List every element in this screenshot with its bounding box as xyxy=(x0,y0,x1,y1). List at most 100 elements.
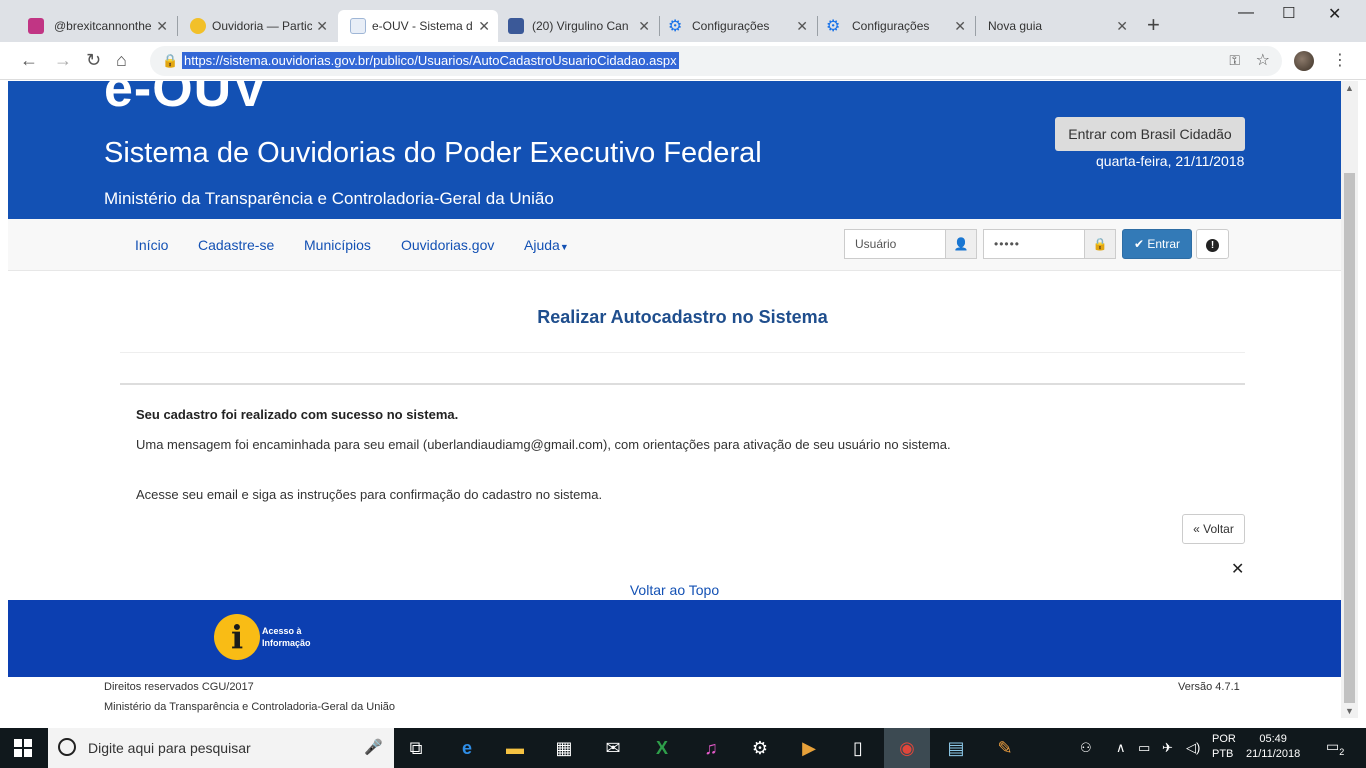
itunes-icon[interactable]: ♫ xyxy=(699,736,723,760)
airplane-icon[interactable]: ✈ xyxy=(1162,740,1173,756)
browser-tab-eouv[interactable]: e-OUV - Sistema d ✕ xyxy=(338,10,498,42)
browser-tab-facebook[interactable]: (20) Virgulino Can ✕ xyxy=(498,10,658,42)
username-input[interactable]: Usuário xyxy=(844,229,946,259)
exclamation-circle-icon: ! xyxy=(1206,239,1219,252)
address-bar[interactable]: 🔒 https://sistema.ouvidorias.gov.br/publ… xyxy=(150,46,1282,76)
taskbar-search-box[interactable]: Digite aqui para pesquisar 🎤 xyxy=(48,728,394,768)
close-icon[interactable]: ✕ xyxy=(316,18,328,35)
chevron-up-icon[interactable]: ∧ xyxy=(1116,740,1126,756)
page-icon xyxy=(350,18,366,34)
media-player-icon[interactable]: ▶ xyxy=(797,736,821,760)
check-icon: ✔ xyxy=(1133,237,1145,251)
close-icon[interactable]: ✕ xyxy=(156,18,168,35)
microphone-icon[interactable]: 🎤 xyxy=(364,738,383,756)
main-navbar: Início Cadastre-se Municípios Ouvidorias… xyxy=(8,219,1341,271)
page-viewport: e-OUV Sistema de Ouvidorias do Poder Exe… xyxy=(8,81,1341,718)
keyboard-layout: PTB xyxy=(1212,748,1234,760)
browser-tab-new[interactable]: Nova guia ✕ xyxy=(976,10,1136,42)
store-icon[interactable]: ▦ xyxy=(552,736,576,760)
windows-start-icon[interactable] xyxy=(14,739,32,757)
browser-tab-settings-2[interactable]: ⚙ Configurações ✕ xyxy=(818,10,974,42)
task-view-icon[interactable]: ⧉ xyxy=(404,736,428,760)
close-icon[interactable]: ✕ xyxy=(638,18,650,35)
gear-icon: ⚙ xyxy=(826,18,841,35)
people-icon[interactable]: ⚇ xyxy=(1080,740,1092,756)
minimize-button[interactable]: — xyxy=(1238,4,1254,22)
new-tab-button[interactable]: + xyxy=(1147,12,1160,38)
window-close-button[interactable]: ✕ xyxy=(1328,4,1341,24)
back-button[interactable]: « Voltar xyxy=(1182,514,1245,544)
gov-flag-icon xyxy=(190,18,206,34)
current-date: quarta-feira, 21/11/2018 xyxy=(1096,153,1245,169)
chrome-icon[interactable]: ◉ xyxy=(895,736,919,760)
notification-count: 2 xyxy=(1339,746,1345,757)
site-logo[interactable]: e-OUV xyxy=(104,81,268,119)
nav-item-inicio[interactable]: Início xyxy=(135,237,168,253)
footer-ministry: Ministério da Transparência e Controlado… xyxy=(104,701,396,713)
tab-title: Configurações xyxy=(692,19,770,33)
star-icon[interactable]: ☆ xyxy=(1256,50,1270,70)
document-icon[interactable]: ▯ xyxy=(846,736,870,760)
browser-tab-settings-1[interactable]: ⚙ Configurações ✕ xyxy=(660,10,816,42)
close-icon[interactable]: ✕ xyxy=(1231,559,1244,579)
scroll-up-icon[interactable]: ▲ xyxy=(1345,83,1354,93)
nav-item-municipios[interactable]: Municípios xyxy=(304,237,371,253)
system-clock[interactable]: 05:49 21/11/2018 xyxy=(1246,732,1300,762)
url-text[interactable]: https://sistema.ouvidorias.gov.br/public… xyxy=(182,52,679,69)
info-access-label[interactable]: Acesso à Informação xyxy=(262,625,311,649)
excel-icon[interactable]: X xyxy=(650,736,674,760)
profile-avatar[interactable] xyxy=(1294,51,1314,71)
caret-down-icon: ▼ xyxy=(559,242,569,252)
edge-icon[interactable]: e xyxy=(455,736,479,760)
mail-icon[interactable]: ✉ xyxy=(601,736,625,760)
login-button[interactable]: ✔ Entrar xyxy=(1122,229,1192,259)
scroll-down-icon[interactable]: ▼ xyxy=(1345,706,1354,716)
clock-date: 21/11/2018 xyxy=(1246,748,1301,760)
info-access-icon[interactable]: i xyxy=(214,614,260,660)
site-header: e-OUV Sistema de Ouvidorias do Poder Exe… xyxy=(8,81,1341,219)
cortana-icon xyxy=(58,738,76,756)
file-explorer-icon[interactable]: ▬ xyxy=(503,736,527,760)
volume-icon[interactable]: ◁) xyxy=(1186,740,1200,756)
back-arrow-icon[interactable]: ← xyxy=(20,50,38,71)
settings-gear-icon[interactable]: ⚙ xyxy=(748,736,772,760)
instagram-icon xyxy=(28,18,44,34)
help-button[interactable]: ! xyxy=(1196,229,1229,259)
close-icon[interactable]: ✕ xyxy=(478,18,490,35)
language-indicator[interactable]: POR PTB xyxy=(1212,732,1236,762)
nav-item-cadastre-se[interactable]: Cadastre-se xyxy=(198,237,274,253)
paint-icon[interactable]: ✎ xyxy=(993,736,1017,760)
menu-dots-icon[interactable]: ⋮ xyxy=(1332,50,1348,70)
close-icon[interactable]: ✕ xyxy=(954,18,966,35)
sub-footer: Direitos reservados CGU/2017 Ministério … xyxy=(8,677,1341,718)
close-icon[interactable]: ✕ xyxy=(1116,18,1128,35)
notepad-icon[interactable]: ▤ xyxy=(944,736,968,760)
user-icon: 👤 xyxy=(945,229,977,259)
scrollbar-thumb[interactable] xyxy=(1344,173,1355,703)
back-to-top-label[interactable]: Voltar ao Topo xyxy=(630,582,719,598)
key-icon[interactable]: ⚿ xyxy=(1229,52,1240,69)
back-to-top-link: Voltar ao Topo xyxy=(8,582,1341,598)
password-input[interactable]: ••••• xyxy=(983,229,1085,259)
reload-icon[interactable]: ↻ xyxy=(86,50,101,71)
battery-icon[interactable]: ▭ xyxy=(1138,740,1150,756)
nav-item-ajuda[interactable]: Ajuda▼ xyxy=(524,237,569,253)
close-icon[interactable]: ✕ xyxy=(796,18,808,35)
brasil-cidadao-login-button[interactable]: Entrar com Brasil Cidadão xyxy=(1055,117,1245,151)
forward-arrow-icon[interactable]: → xyxy=(54,50,72,71)
tab-title: @brexitcannonthe xyxy=(54,19,152,33)
nav-item-ouvidorias-gov[interactable]: Ouvidorias.gov xyxy=(401,237,494,253)
copyright-text: Direitos reservados CGU/2017 xyxy=(104,681,254,693)
browser-tab-ouvidoria[interactable]: Ouvidoria — Partic ✕ xyxy=(178,10,336,42)
home-icon[interactable]: ⌂ xyxy=(116,50,127,71)
divider xyxy=(120,352,1245,353)
page-title: Realizar Autocadastro no Sistema xyxy=(537,307,828,327)
gear-icon: ⚙ xyxy=(668,18,683,35)
browser-tab-instagram[interactable]: @brexitcannonthe ✕ xyxy=(8,10,176,42)
tab-title: Configurações xyxy=(852,19,930,33)
notification-center-icon[interactable]: ▭2 xyxy=(1326,738,1344,757)
browser-toolbar: ← → ↻ ⌂ 🔒 https://sistema.ouvidorias.gov… xyxy=(0,42,1366,80)
page-scrollbar[interactable]: ▲ ▼ xyxy=(1341,81,1358,718)
tab-title: e-OUV - Sistema d xyxy=(372,19,472,33)
maximize-button[interactable]: ☐ xyxy=(1282,4,1295,22)
